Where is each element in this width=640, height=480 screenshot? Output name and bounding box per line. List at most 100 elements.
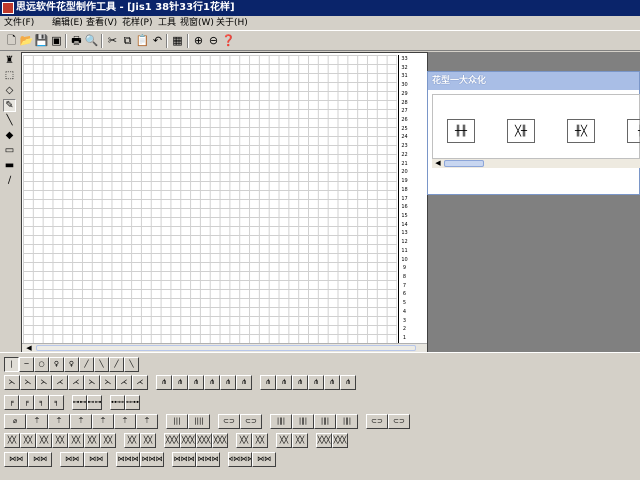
fill-bucket-icon[interactable]: ♜ [3, 54, 16, 67]
zoom-out-icon[interactable]: ⊖ [206, 33, 221, 48]
zoom-in-icon[interactable]: ⊕ [191, 33, 206, 48]
stitch-button[interactable]: ╳╳ [68, 433, 84, 448]
stitch-button[interactable]: ⊂⊃ [218, 414, 240, 429]
scroll-left-icon[interactable]: ◀ [433, 159, 443, 168]
stitch-button[interactable]: ⊶⊷ [72, 395, 87, 410]
grid-icon[interactable]: ▦ [170, 33, 185, 48]
stitch-button[interactable]: ╳╳ [84, 433, 100, 448]
stitch-button[interactable]: ⋋ [100, 375, 116, 390]
rect-outline-icon[interactable]: ▭ [3, 144, 16, 157]
stitch-button[interactable]: ⋋ [36, 375, 52, 390]
stitch-button[interactable]: ⋔ [292, 375, 308, 390]
stitch-button[interactable]: ⍑ [92, 414, 114, 429]
stitch-button[interactable]: ⋈⋈ [60, 452, 84, 467]
stitch-button[interactable]: ⋈⋈ [84, 452, 108, 467]
stitch-button[interactable]: ╕ [49, 395, 64, 410]
stitch-button[interactable]: ⋈⋈ [252, 452, 276, 467]
stitch-button[interactable]: ⍑ [48, 414, 70, 429]
menu-window[interactable]: 视窗(W) [180, 17, 214, 30]
stitch-button[interactable]: |||| [188, 414, 210, 429]
palette-item[interactable]: ╫ [627, 119, 640, 143]
menu-tools[interactable]: 工具 [158, 17, 176, 30]
stitch-button[interactable]: ⋋ [84, 375, 100, 390]
copy-icon[interactable]: ⧉ [120, 33, 135, 48]
menu-view[interactable]: 查看(V) [86, 17, 117, 30]
stitch-button[interactable]: ⍑ [70, 414, 92, 429]
stitch-button[interactable]: ╳╳ [100, 433, 116, 448]
stitch-button[interactable]: ╕ [34, 395, 49, 410]
preview-icon[interactable]: 🔍 [84, 33, 99, 48]
stitch-button[interactable]: |‖| [314, 414, 336, 429]
select-rect-icon[interactable]: ⬚ [3, 69, 16, 82]
scroll-left-icon[interactable]: ◀ [23, 344, 35, 352]
stitch-button[interactable]: ╳╳ [252, 433, 268, 448]
stitch-button[interactable]: ⊂⊃ [366, 414, 388, 429]
stitch-button[interactable]: ⍑ [136, 414, 158, 429]
stitch-button[interactable]: ⋔ [220, 375, 236, 390]
stitch-button[interactable]: ⌀ [4, 414, 26, 429]
stitch-button[interactable]: ⋈⋈⋈ [196, 452, 220, 467]
stitch-button[interactable]: ⊂⊃ [388, 414, 410, 429]
stitch-button[interactable]: ⋈⋈⋈ [172, 452, 196, 467]
stitch-button[interactable]: ⋔ [156, 375, 172, 390]
stitch-button[interactable]: |‖| [292, 414, 314, 429]
undo-icon[interactable]: ↶ [150, 33, 165, 48]
stitch-button[interactable]: ⋔ [172, 375, 188, 390]
scroll-thumb[interactable] [444, 160, 484, 167]
stitch-button[interactable]: ⋈⋈⋈ [116, 452, 140, 467]
stitch-button[interactable]: ⋌ [68, 375, 84, 390]
stitch-button[interactable]: ╲ [94, 357, 109, 372]
palette-title[interactable]: 花型一大众化 [428, 72, 639, 90]
palette-item[interactable]: ╫╳ [567, 119, 595, 143]
menu-pattern[interactable]: 花样(P) [122, 17, 152, 30]
scroll-thumb[interactable] [36, 345, 416, 351]
palette-scrollbar[interactable]: ◀ [432, 158, 640, 168]
stitch-button[interactable]: ⋔ [236, 375, 252, 390]
stitch-button[interactable]: | [4, 357, 19, 372]
stitch-button[interactable]: ╳╳╳ [180, 433, 196, 448]
stitch-button[interactable]: ⊶⊷⊶ [110, 395, 125, 410]
stitch-button[interactable]: ⋋ [20, 375, 36, 390]
save-icon[interactable]: 💾 [34, 33, 49, 48]
stitch-button[interactable]: ⍑ [26, 414, 48, 429]
stitch-button[interactable]: ⋔ [308, 375, 324, 390]
stitch-button[interactable]: ╲ [124, 357, 139, 372]
stitch-button[interactable]: ○ [34, 357, 49, 372]
stitch-button[interactable]: ⍑ [114, 414, 136, 429]
stitch-button[interactable]: ♀ [64, 357, 79, 372]
menu-edit[interactable]: 编辑(E) [52, 17, 83, 30]
horizontal-scrollbar[interactable]: ◀ [22, 343, 427, 352]
new-icon[interactable]: 🗋 [4, 33, 19, 48]
stitch-button[interactable]: ⋈⋈⋈ [140, 452, 164, 467]
saveall-icon[interactable]: ▣ [49, 33, 64, 48]
stitch-button[interactable]: ♀ [49, 357, 64, 372]
cut-icon[interactable]: ✂ [105, 33, 120, 48]
stitch-button[interactable]: ╳╳ [236, 433, 252, 448]
open-icon[interactable]: 📂 [19, 33, 34, 48]
stitch-button[interactable]: ⋈⋈ [4, 452, 28, 467]
help-icon[interactable]: ❓ [221, 33, 236, 48]
stitch-button[interactable]: ⋌ [132, 375, 148, 390]
stitch-button[interactable]: ─ [19, 357, 34, 372]
stitch-button[interactable]: ╳╳ [52, 433, 68, 448]
stitch-button[interactable]: ╳╳ [36, 433, 52, 448]
stitch-button[interactable]: ⋔ [260, 375, 276, 390]
menu-about[interactable]: 关于(H) [216, 17, 248, 30]
rect-fill-icon[interactable]: ▬ [3, 159, 16, 172]
stitch-button[interactable]: ⊷⊶⊷ [125, 395, 140, 410]
stitch-button[interactable]: ⋔ [340, 375, 356, 390]
stitch-button[interactable]: ╳╳ [124, 433, 140, 448]
stitch-button[interactable]: ⋔ [188, 375, 204, 390]
stitch-button[interactable]: ╳╳ [292, 433, 308, 448]
menu-file[interactable]: 文件(F) [4, 17, 34, 30]
stitch-button[interactable]: ⋔ [204, 375, 220, 390]
stitch-button[interactable]: ⋋ [4, 375, 20, 390]
stitch-button[interactable]: ⋌ [116, 375, 132, 390]
palette-item[interactable]: ╫╫ [447, 119, 475, 143]
stitch-button[interactable]: |‖| [270, 414, 292, 429]
stitch-button[interactable]: ╒ [19, 395, 34, 410]
stitch-button[interactable]: ||| [166, 414, 188, 429]
stitch-button[interactable]: |‖| [336, 414, 358, 429]
stitch-button[interactable]: ╳╳ [276, 433, 292, 448]
stitch-button[interactable]: ⋌ [52, 375, 68, 390]
